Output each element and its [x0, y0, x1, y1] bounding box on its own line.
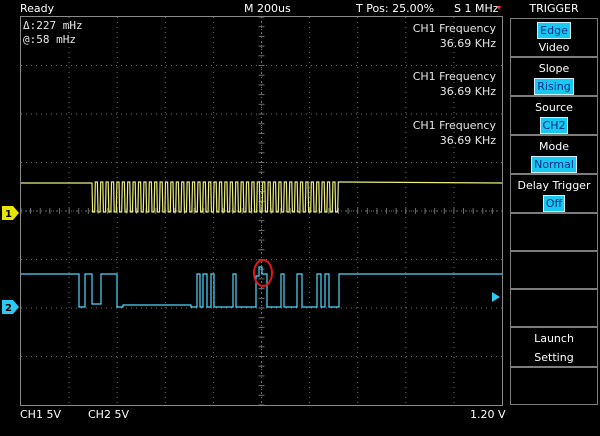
measurement-1: CH1 Frequency 36.69 KHz — [413, 21, 496, 51]
slope-value: Rising — [534, 78, 574, 95]
delay-trigger-label: Delay Trigger — [517, 179, 591, 192]
cursor-delta-readout: Δ:227 mHz — [23, 19, 83, 32]
trigger-position-readout: T Pos: 25.00% — [356, 2, 435, 15]
measurement-3: CH1 Frequency 36.69 KHz — [413, 118, 496, 148]
source-button[interactable]: Source CH2 — [510, 96, 598, 135]
delay-trigger-button[interactable]: Delay Trigger Off — [510, 174, 598, 213]
trigger-level-readout: 1.20 V — [470, 408, 506, 421]
mode-button[interactable]: Mode Normal — [510, 135, 598, 174]
ch2-marker-label: 2 — [5, 303, 12, 314]
measurement-3-label: CH1 Frequency — [412, 119, 496, 132]
ch1-scale-readout: CH1 5V — [20, 408, 61, 421]
trigger-type-selected: Edge — [537, 22, 571, 39]
measurement-2: CH1 Frequency 36.69 KHz — [413, 69, 496, 99]
delay-trigger-value: Off — [542, 195, 566, 212]
mode-value: Normal — [531, 156, 577, 173]
trigger-type-alt: Video — [538, 41, 570, 54]
ch2-scale-readout: CH2 5V — [88, 408, 129, 421]
status-bar: Ready M 200us T Pos: 25.00% S 1 MHz — [0, 0, 508, 16]
highlight-annotation — [253, 259, 273, 287]
measurement-1-label: CH1 Frequency — [412, 22, 496, 35]
ch1-ground-marker[interactable]: 1 — [2, 206, 19, 220]
acquisition-status: Ready — [20, 2, 55, 15]
ch1-marker-label: 1 — [5, 209, 12, 220]
slope-label: Slope — [538, 62, 570, 75]
sample-rate-readout: S 1 MHz — [454, 2, 499, 15]
source-label: Source — [535, 101, 573, 114]
source-value: CH2 — [539, 117, 569, 134]
measurement-1-value: 36.69 KHz — [439, 37, 496, 50]
measurement-2-label: CH1 Frequency — [412, 70, 496, 83]
empty-softkey-1[interactable] — [510, 213, 598, 251]
cursor-position-readout: @:58 mHz — [23, 33, 76, 46]
trigger-menu: TRIGGER Edge Video Slope Rising Source C… — [508, 0, 600, 436]
timebase-readout: M 200us — [244, 2, 291, 15]
slope-button[interactable]: Slope Rising — [510, 57, 598, 96]
launch-label-1: Launch — [534, 332, 574, 345]
trigger-type-button[interactable]: Edge Video — [510, 18, 598, 57]
channel-scale-bar: CH1 5V CH2 5V 1.20 V — [0, 404, 508, 436]
measurement-3-value: 36.69 KHz — [439, 134, 496, 147]
empty-softkey-3[interactable] — [510, 289, 598, 327]
launch-setting-button[interactable]: Launch Setting — [510, 327, 598, 367]
empty-softkey-2[interactable] — [510, 251, 598, 289]
ch2-ground-marker[interactable]: 2 — [2, 300, 19, 314]
measurement-2-value: 36.69 KHz — [439, 85, 496, 98]
menu-title: TRIGGER — [529, 2, 579, 15]
empty-softkey-4[interactable] — [510, 367, 598, 405]
waveform-display[interactable]: Δ:227 mHz @:58 mHz CH1 Frequency 36.69 K… — [20, 16, 503, 406]
launch-label-2: Setting — [534, 351, 574, 364]
mode-label: Mode — [539, 140, 569, 153]
